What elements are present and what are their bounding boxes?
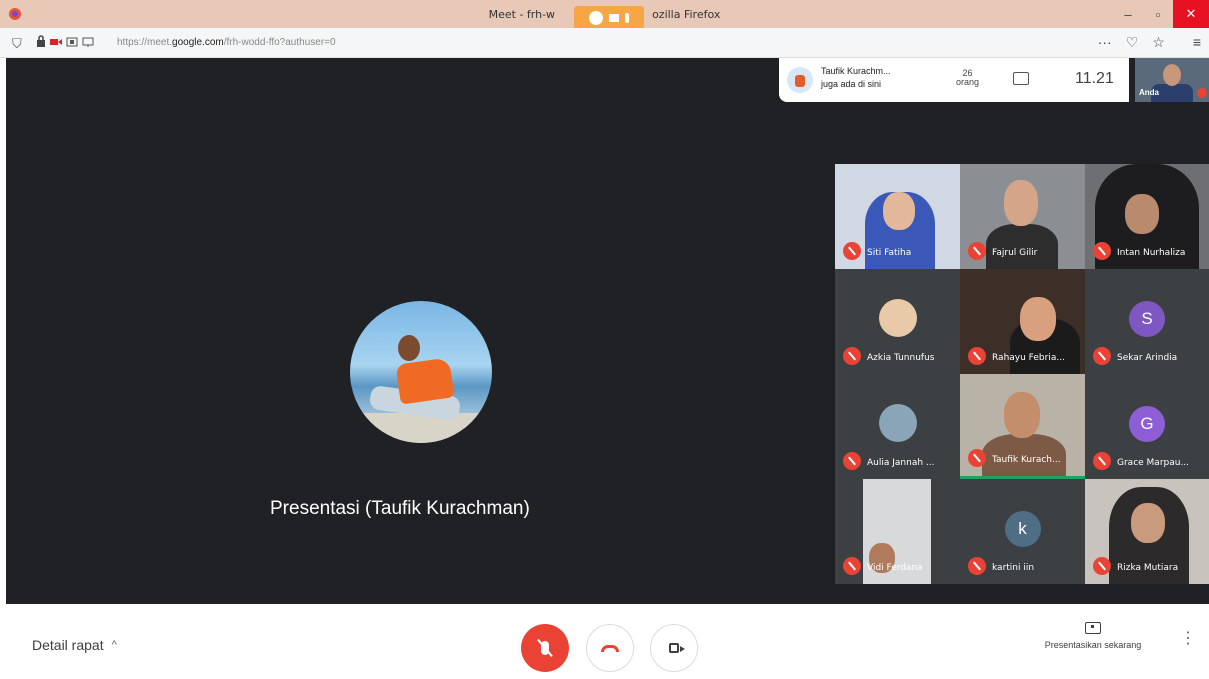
self-view[interactable]: Anda — [1135, 58, 1209, 102]
mic-off-icon — [843, 452, 861, 470]
participant-initial-avatar: G — [1129, 406, 1165, 442]
self-label: Anda — [1139, 88, 1159, 97]
participant-name: kartini iin — [992, 563, 1035, 573]
participants-button[interactable]: 26 orang — [956, 69, 979, 87]
presenter-notice[interactable]: Taufik Kurachm... juga ada di sini — [821, 65, 891, 91]
mic-off-icon — [843, 347, 861, 365]
participant-name: Fajrul Gilir — [992, 248, 1038, 258]
participant-name: Sekar Arindia — [1117, 353, 1178, 363]
present-screen-icon — [1085, 622, 1101, 634]
leave-call-button[interactable] — [586, 624, 634, 672]
hamburger-menu-icon[interactable]: ≡ — [1193, 34, 1201, 51]
participant-tile[interactable]: Vidi Ferdana — [835, 479, 960, 584]
participant-count-label: orang — [956, 77, 980, 87]
pocket-icon[interactable]: ♡ — [1126, 34, 1139, 51]
meeting-details-label: Detail rapat — [32, 637, 104, 653]
mic-off-icon — [968, 347, 986, 365]
chevron-up-icon: ^ — [111, 639, 117, 651]
clock: 11.21 — [1075, 70, 1114, 87]
mic-sharing-icon — [625, 13, 629, 23]
meeting-info-bar: Taufik Kurachm... juga ada di sini 26 or… — [779, 58, 1129, 102]
participant-tile[interactable]: G Grace Marpau... — [1085, 374, 1209, 479]
presentation-label: Presentasi (Taufik Kurachman) — [270, 498, 530, 519]
sharing-indicator[interactable] — [574, 6, 644, 30]
participant-name: Intan Nurhaliza — [1117, 248, 1186, 258]
tracking-shield-icon[interactable]: ⛉ — [12, 36, 22, 52]
mic-off-icon — [968, 449, 986, 467]
participant-name: Rizka Mutiara — [1117, 563, 1179, 573]
presenter-thumbnail-icon — [787, 67, 813, 93]
mic-off-icon — [968, 557, 986, 575]
maximize-button[interactable]: ▫ — [1143, 0, 1173, 28]
participant-tile[interactable]: S Sekar Arindia — [1085, 269, 1209, 374]
mic-off-icon — [843, 557, 861, 575]
chat-icon[interactable] — [1013, 72, 1029, 85]
participant-tile[interactable]: k kartini iin — [960, 479, 1085, 584]
mic-off-icon — [1093, 452, 1111, 470]
presenter-avatar — [350, 301, 492, 443]
lock-icon[interactable] — [36, 35, 46, 47]
toggle-mic-button[interactable] — [521, 624, 569, 672]
firefox-sharing-icon — [589, 11, 603, 25]
page-actions-menu-icon[interactable]: ··· — [1098, 34, 1112, 51]
toolbar-right: ··· ♡ ☆ ≡ — [1098, 34, 1201, 51]
participant-tile[interactable]: Rizka Mutiara — [1085, 479, 1209, 584]
participant-tile[interactable]: Fajrul Gilir — [960, 164, 1085, 269]
participant-name: Siti Fatiha — [867, 248, 912, 258]
mic-off-icon — [1093, 347, 1111, 365]
participant-initial-avatar: S — [1129, 301, 1165, 337]
minimize-button[interactable]: – — [1113, 0, 1143, 28]
browser-title-bar: Meet - frh-w ozilla Firefox – ▫ ✕ — [0, 0, 1209, 30]
participant-avatar — [878, 299, 917, 337]
present-now-button[interactable]: Presentasikan sekarang — [1020, 622, 1166, 650]
participant-avatar — [878, 404, 917, 442]
presenter-notice-name: Taufik Kurachm... — [821, 66, 891, 76]
participant-name: Vidi Ferdana — [867, 563, 923, 573]
participant-name: Grace Marpau... — [1117, 458, 1190, 468]
more-options-icon[interactable]: ⋮ — [1180, 631, 1196, 647]
camera-permission-icon[interactable] — [50, 37, 62, 47]
presenter-notice-sub: juga ada di sini — [821, 79, 882, 89]
participant-initial-avatar: k — [1004, 511, 1041, 547]
url-field[interactable]: https://meet.google.com/frh-wodd-ffo?aut… — [117, 37, 336, 48]
camera-sharing-icon — [609, 14, 619, 22]
mic-off-icon — [968, 242, 986, 260]
participant-tile[interactable]: Rahayu Febria... — [960, 269, 1085, 374]
mic-permission-icon[interactable] — [66, 37, 78, 47]
close-window-button[interactable]: ✕ — [1173, 0, 1209, 28]
present-now-label: Presentasikan sekarang — [1044, 640, 1142, 650]
participant-grid: Siti Fatiha Fajrul Gilir Intan Nurhaliza… — [835, 164, 1209, 584]
meeting-details-button[interactable]: Detail rapat ^ — [32, 637, 117, 653]
participant-tile[interactable]: Aulia Jannah ... — [835, 374, 960, 479]
participant-tile[interactable]: Siti Fatiha — [835, 164, 960, 269]
participant-tile-active-speaker[interactable]: Taufik Kurach... — [960, 374, 1085, 479]
participant-tile[interactable]: Azkia Tunnufus — [835, 269, 960, 374]
camera-icon — [669, 643, 685, 653]
participant-name: Azkia Tunnufus — [867, 353, 935, 363]
meeting-controls-bar: Detail rapat ^ Presentasikan sekarang ⋮ — [0, 604, 1209, 679]
screen-share-permission-icon[interactable] — [82, 37, 94, 47]
participant-name: Taufik Kurach... — [992, 455, 1061, 465]
self-muted-icon — [1197, 88, 1207, 98]
hang-up-icon — [601, 644, 619, 652]
mic-off-icon — [843, 242, 861, 260]
mic-off-icon — [1093, 242, 1111, 260]
toggle-camera-button[interactable] — [650, 624, 698, 672]
window-controls: – ▫ ✕ — [1113, 0, 1209, 28]
participant-tile[interactable]: Intan Nurhaliza — [1085, 164, 1209, 269]
address-bar: ⛉ https://meet.google.com/frh-wodd-ffo?a… — [0, 28, 1209, 58]
participant-name: Aulia Jannah ... — [867, 458, 935, 468]
bookmark-star-icon[interactable]: ☆ — [1152, 34, 1165, 51]
participant-name: Rahayu Febria... — [992, 353, 1065, 363]
mic-off-icon — [1093, 557, 1111, 575]
